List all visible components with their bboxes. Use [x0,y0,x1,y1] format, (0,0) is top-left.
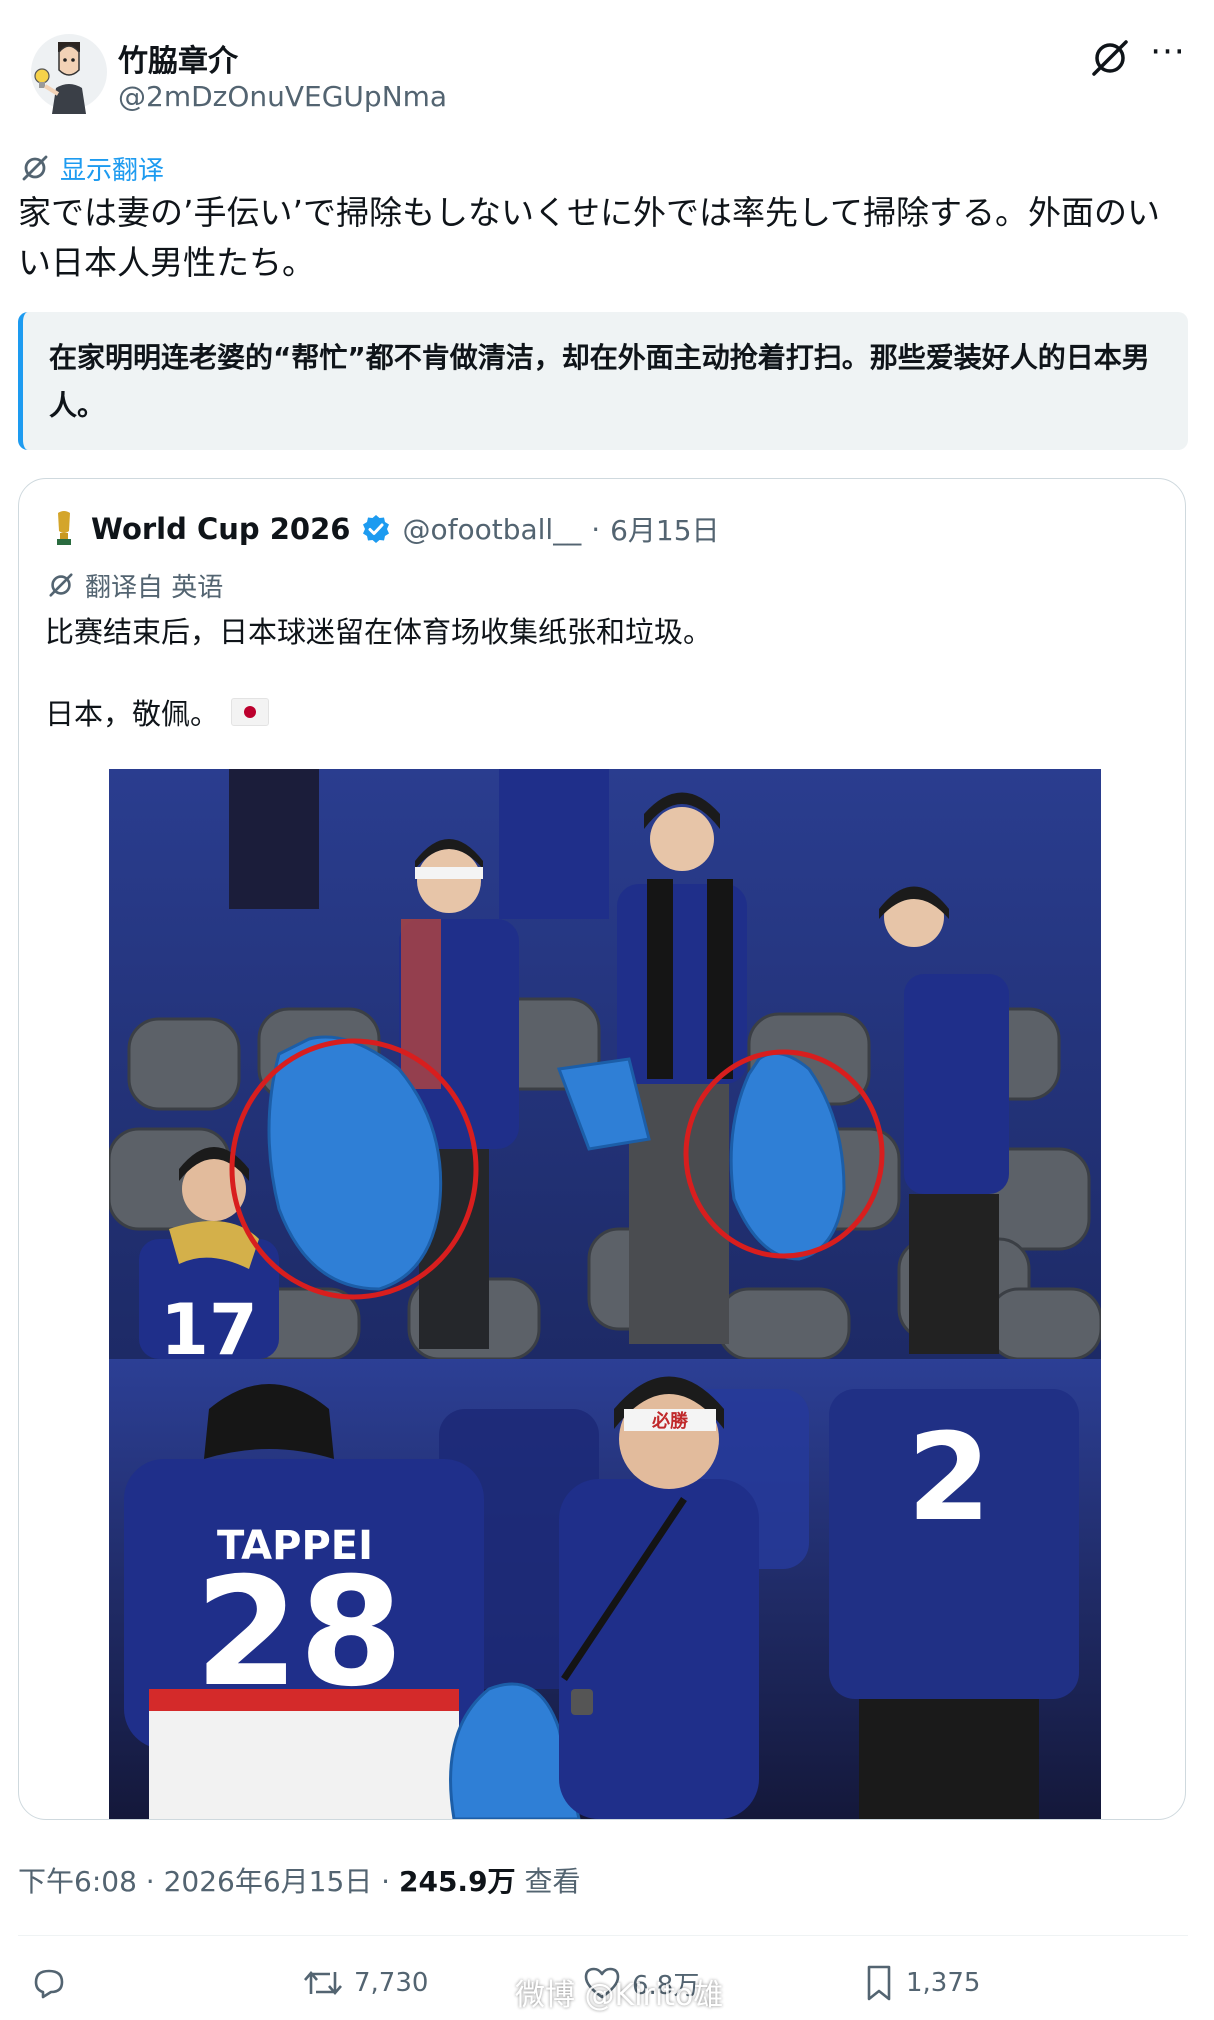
views-label: 查看 [515,1865,581,1898]
tweet-photo[interactable]: 17 2 TAPPEI 28 必勝 [109,769,1101,1819]
jersey-number-17: 17 [160,1289,257,1371]
action-bar: 7,730 6.8万 1,375 [0,1955,1214,2015]
grok-translate-icon [22,155,48,181]
grok-translate-icon [49,573,73,597]
jersey-number-28: 28 [195,1546,404,1720]
quoted-header: World Cup 2026 @ofootball__ · 6月15日 [47,507,720,551]
dot-separator: · [591,512,601,546]
quoted-text-line-1: 比赛结束后，日本球迷留在体育场收集纸张和垃圾。 [45,615,713,649]
retweet-button[interactable]: 7,730 [302,1955,428,2011]
quoted-text-line-2: 日本，敬佩。 [45,691,270,733]
japan-flag-icon [231,698,270,726]
like-count: 6.8万 [632,1970,700,2001]
trophy-icon [57,511,71,545]
reply-icon [34,1969,64,1999]
author-name[interactable]: 竹脇章介 [118,36,238,80]
grok-icon[interactable] [1088,36,1132,80]
timestamp[interactable]: 下午6:08 · 2026年6月15日 · [18,1865,399,1898]
retweet-count: 7,730 [354,1968,429,1998]
views-count: 245.9万 [398,1865,516,1898]
translated-from-label: 翻译自 英语 [85,572,224,603]
reply-button[interactable] [30,1955,68,2011]
show-translation-label: 显示翻译 [60,155,165,186]
heart-icon [584,1967,620,1999]
show-translation-button[interactable]: 显示翻译 [20,150,164,186]
quoted-translated-from[interactable]: 翻译自 英语 [47,567,223,603]
translation-text: 在家明明连老婆的“帮忙”都不肯做清洁，却在外面主动抢着打扫。那些爱装好人的日本男… [49,341,1150,422]
translation-box: 在家明明连老婆的“帮忙”都不肯做清洁，却在外面主动抢着打扫。那些爱装好人的日本男… [18,312,1188,450]
divider [18,1935,1188,1936]
quoted-handle[interactable]: @ofootball__ [402,513,581,546]
quoted-author-name[interactable]: World Cup 2026 [91,512,350,546]
retweet-icon [304,1971,342,1995]
author-avatar[interactable] [30,30,108,114]
quoted-text-line-2-text: 日本，敬佩。 [45,697,220,731]
jersey-number-2: 2 [907,1409,991,1548]
quoted-date[interactable]: 6月15日 [610,509,719,549]
like-button[interactable]: 6.8万 [582,1955,699,2011]
tweet-text: 家では妻の’手伝い’で掃除もしないくせに外では率先して掃除する。外面のいい日本人… [18,193,1160,282]
tweet-header: 竹脇章介 @2mDzOnuVEGUpNma ··· [30,30,1190,120]
bookmark-icon [867,1965,891,2001]
more-options-icon[interactable]: ··· [1146,35,1190,76]
verified-badge-icon [363,515,390,543]
headband-text: 必勝 [651,1410,689,1432]
bookmark-count: 1,375 [906,1968,981,1998]
bookmark-button[interactable]: 1,375 [862,1955,980,2011]
quoted-tweet[interactable]: World Cup 2026 @ofootball__ · 6月15日 翻译自 … [18,478,1186,1820]
timestamp-views: 下午6:08 · 2026年6月15日 · 245.9万 查看 [18,1860,580,1900]
author-handle[interactable]: @2mDzOnuVEGUpNma [118,80,447,113]
